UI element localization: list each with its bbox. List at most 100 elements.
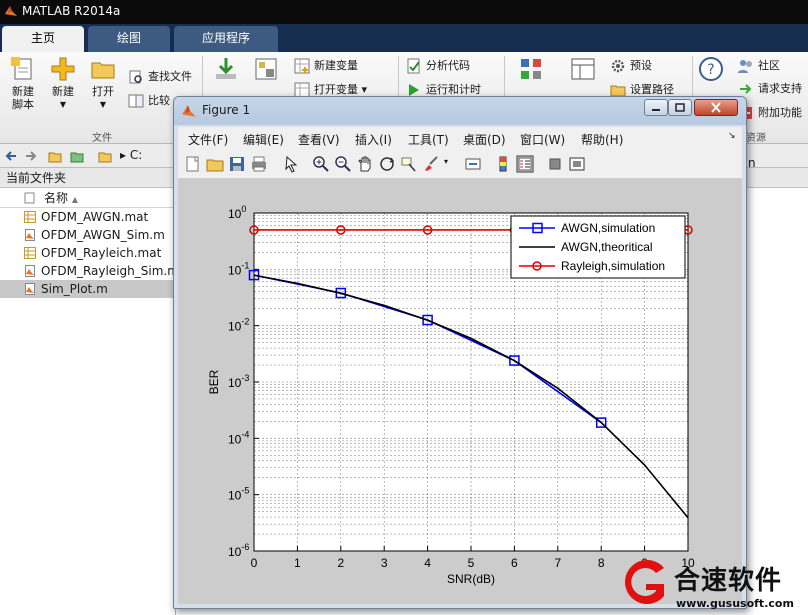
add-ons-button[interactable]: 附加功能 <box>738 104 802 122</box>
request-support-button[interactable]: 请求支持 <box>738 80 802 98</box>
new-script-icon <box>11 57 32 80</box>
set-path-label: 设置路径 <box>630 83 674 96</box>
new-variable-button[interactable]: 新建变量 <box>294 57 358 75</box>
file-row[interactable]: OFDM_Rayleigh_Sim.m <box>0 262 179 280</box>
column-header-name[interactable]: 名称 ▲ <box>0 188 175 208</box>
workspace-header <box>744 168 808 188</box>
print-icon[interactable] <box>250 155 268 173</box>
compare-label: 比较 <box>148 94 170 107</box>
up-folder-icon[interactable] <box>48 149 62 163</box>
open-button[interactable]: 打开 ▼ <box>82 56 124 111</box>
app-title: MATLAB R2014a <box>22 4 121 18</box>
file-list: OFDM_AWGN.mat OFDM_AWGN_Sim.m OFDM_Rayleic… <box>0 208 179 298</box>
new-label: 新建 <box>52 85 74 98</box>
layout-button[interactable] <box>562 56 604 85</box>
y-tick-label: 10-6 <box>228 542 249 559</box>
help-button[interactable]: ? <box>690 56 732 85</box>
community-label: 社区 <box>758 59 780 72</box>
menu-help[interactable]: 帮助(H) <box>581 131 623 148</box>
simulink-button[interactable] <box>510 56 552 85</box>
file-row[interactable]: OFDM_AWGN_Sim.m <box>0 226 175 244</box>
analyze-code-button[interactable]: 分析代码 <box>406 57 470 75</box>
maximize-button[interactable] <box>668 99 692 116</box>
minimize-icon <box>652 109 660 111</box>
watermark: 合速软件 www.gususoft.com <box>612 556 808 615</box>
legend-icon[interactable] <box>516 155 534 173</box>
layout-icon <box>571 58 595 80</box>
gear-icon <box>611 59 625 73</box>
rotate-3d-icon[interactable] <box>378 155 396 173</box>
pan-hand-icon[interactable] <box>356 155 374 173</box>
current-folder-panel: 当前文件夹 名称 ▲ OFDM_AWGN.mat OFDM_AWGN_Sim.m O… <box>0 168 179 615</box>
tab-home[interactable]: 主页 <box>2 26 84 52</box>
menu-desktop[interactable]: 桌面(D) <box>463 131 506 148</box>
forward-arrow-icon[interactable] <box>24 149 38 163</box>
find-files-label: 查找文件 <box>148 70 192 83</box>
link-plot-icon[interactable] <box>464 155 482 173</box>
preferences-button[interactable]: 预设 <box>610 57 652 75</box>
open-variable-dropdown-icon: ▾ <box>361 83 368 96</box>
simulink-library-icon <box>521 59 541 79</box>
request-support-label: 请求支持 <box>758 82 802 95</box>
new-script-label: 新建 脚本 <box>12 85 34 111</box>
watermark-logo-icon <box>625 560 664 604</box>
run-and-time-label: 运行和计时 <box>426 83 481 96</box>
tab-plots[interactable]: 绘图 <box>88 26 170 52</box>
menu-window[interactable]: 窗口(W) <box>520 131 565 148</box>
breadcrumb-drive[interactable]: C: <box>130 148 142 162</box>
menu-edit[interactable]: 编辑(E) <box>243 131 284 148</box>
figure-window[interactable]: Figure 1 文件(F) 编辑(E) 查看(V) 插入(I) 工具(T) 桌… <box>173 96 747 609</box>
tab-apps[interactable]: 应用程序 <box>174 26 278 52</box>
menu-view[interactable]: 查看(V) <box>298 131 340 148</box>
file-row[interactable]: Sim_Plot.m <box>0 280 175 298</box>
data-cursor-icon[interactable] <box>400 155 418 173</box>
zoom-out-icon[interactable] <box>334 155 352 173</box>
add-ons-label: 附加功能 <box>758 106 802 119</box>
file-name: OFDM_AWGN_Sim.m <box>41 228 165 242</box>
folder-icon <box>91 62 115 79</box>
x-tick-label: 0 <box>251 556 258 570</box>
hide-plot-tools-icon[interactable] <box>546 155 564 173</box>
compare-icon <box>128 94 144 108</box>
menu-file[interactable]: 文件(F) <box>188 131 228 148</box>
file-row[interactable]: OFDM_AWGN.mat <box>0 208 175 226</box>
file-row[interactable]: OFDM_Rayleich.mat <box>0 244 175 262</box>
ribbon-tabs: 主页 绘图 应用程序 <box>0 24 808 52</box>
zoom-in-icon[interactable] <box>312 155 330 173</box>
brush-icon[interactable] <box>422 155 440 173</box>
x-tick-label: 2 <box>337 556 344 570</box>
show-plot-tools-icon[interactable] <box>568 155 586 173</box>
breadcrumb[interactable]: ▸ C: <box>120 148 142 162</box>
y-axis-label: BER <box>207 369 221 394</box>
menu-insert[interactable]: 插入(I) <box>355 131 392 148</box>
save-icon[interactable] <box>228 155 246 173</box>
ber-chart[interactable]: 01234567891010010-110-210-310-410-510-6S… <box>178 179 742 604</box>
new-figure-icon[interactable] <box>184 155 202 173</box>
preferences-label: 预设 <box>630 59 652 72</box>
minimize-button[interactable] <box>644 99 668 116</box>
save-workspace-button[interactable] <box>245 56 287 85</box>
back-arrow-icon[interactable] <box>4 149 18 163</box>
new-dropdown-icon: ▼ <box>59 100 67 109</box>
compare-button[interactable]: 比较 <box>128 92 170 110</box>
new-script-button[interactable]: 新建 脚本 <box>2 56 44 111</box>
current-folder-header: 当前文件夹 <box>0 168 175 188</box>
open-file-icon[interactable] <box>206 155 224 173</box>
mat-file-icon <box>24 247 36 259</box>
close-button[interactable] <box>694 99 738 116</box>
import-button[interactable] <box>205 56 247 85</box>
edit-plot-arrow-icon[interactable] <box>282 155 300 173</box>
find-files-button[interactable]: 查找文件 <box>128 68 192 86</box>
community-button[interactable]: 社区 <box>738 57 780 75</box>
menu-tools[interactable]: 工具(T) <box>408 131 449 148</box>
new-button[interactable]: 新建 ▼ <box>42 56 84 111</box>
file-name: OFDM_Rayleigh_Sim.m <box>41 264 179 278</box>
y-tick-label: 100 <box>228 204 246 221</box>
brush-dropdown-icon[interactable]: ▾ <box>444 157 448 166</box>
sort-ascending-icon: ▲ <box>71 195 78 204</box>
figure-title-bar[interactable]: Figure 1 <box>174 97 746 125</box>
browse-folder-icon[interactable] <box>70 149 84 163</box>
menu-dock-arrow-icon[interactable]: ↘ <box>728 131 736 141</box>
open-variable-label: 打开变量 <box>314 83 358 96</box>
colorbar-icon[interactable] <box>494 155 512 173</box>
